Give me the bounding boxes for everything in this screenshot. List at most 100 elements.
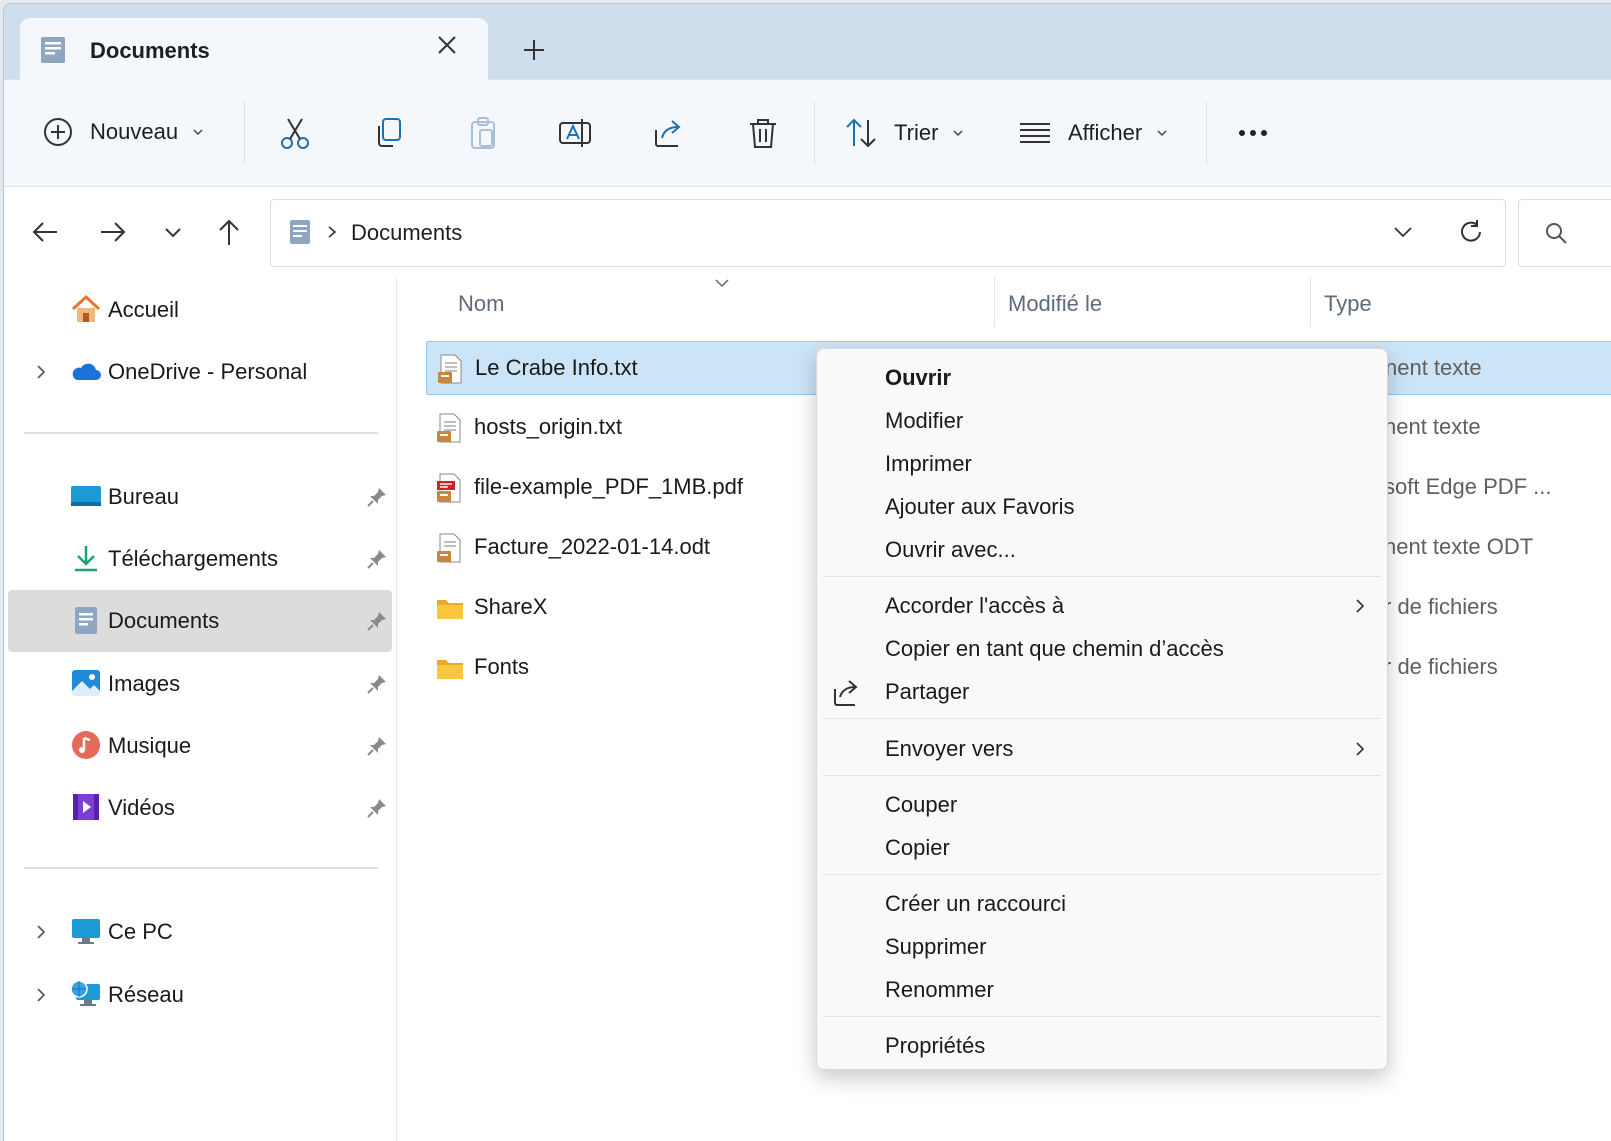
new-button[interactable]: Nouveau — [42, 116, 204, 148]
menu-item-copy[interactable]: Copier — [817, 827, 1387, 869]
paste-icon[interactable] — [466, 116, 500, 150]
pin-icon[interactable] — [366, 797, 388, 819]
documents-icon — [40, 36, 66, 64]
menu-item-label: Envoyer vers — [885, 736, 1014, 761]
chevron-right-icon[interactable] — [34, 363, 48, 381]
file-type: nent texte — [1384, 414, 1481, 439]
file-type: r de fichiers — [1384, 594, 1498, 619]
address-dropdown-icon[interactable] — [1391, 220, 1415, 244]
menu-item-rename[interactable]: Renommer — [817, 969, 1387, 1011]
menu-item-send-to[interactable]: Envoyer vers — [817, 728, 1387, 770]
share-icon[interactable] — [652, 116, 686, 150]
forward-arrow-icon[interactable] — [98, 217, 128, 247]
sidebar-item-onedrive[interactable]: OneDrive - Personal — [8, 341, 392, 403]
search-input[interactable] — [1518, 199, 1611, 267]
menu-item-share[interactable]: Partager — [817, 671, 1387, 713]
column-header-name[interactable]: Nom — [458, 291, 504, 317]
menu-separator — [823, 1016, 1381, 1017]
refresh-icon[interactable] — [1457, 218, 1485, 246]
chevron-right-icon[interactable] — [325, 225, 339, 239]
menu-item-give-access[interactable]: Accorder l'accès à — [817, 585, 1387, 627]
toolbar-divider — [244, 102, 245, 164]
file-type: soft Edge PDF ... — [1384, 474, 1552, 499]
sidebar-item-this-pc[interactable]: Ce PC — [8, 901, 392, 963]
menu-item-label: Modifier — [885, 408, 964, 433]
sidebar-item-label: Bureau — [108, 484, 179, 509]
menu-item-delete[interactable]: Supprimer — [817, 926, 1387, 968]
chevron-right-icon[interactable] — [34, 986, 48, 1004]
menu-item-add-favorites[interactable]: Ajouter aux Favoris — [817, 486, 1387, 528]
address-bar[interactable]: Documents — [270, 199, 1506, 267]
menu-item-label: Ajouter aux Favoris — [885, 494, 1075, 519]
address-path[interactable]: Documents — [351, 220, 462, 246]
file-name: Facture_2022-01-14.odt — [474, 534, 711, 559]
videos-icon — [70, 791, 102, 823]
recent-locations-chevron-icon[interactable] — [158, 217, 188, 247]
up-arrow-icon[interactable] — [214, 217, 244, 247]
menu-item-cut[interactable]: Couper — [817, 784, 1387, 826]
sidebar-item-network[interactable]: Réseau — [8, 964, 392, 1026]
sidebar-item-downloads[interactable]: Téléchargements — [8, 528, 392, 590]
file-type: nent texte ODT — [1384, 534, 1534, 559]
menu-item-copy-path[interactable]: Copier en tant que chemin d’accès — [817, 628, 1387, 670]
sort-icon — [844, 116, 878, 150]
column-divider[interactable] — [1310, 277, 1311, 327]
sidebar-item-videos[interactable]: Vidéos — [8, 777, 392, 839]
more-options-icon[interactable] — [1236, 116, 1270, 150]
sidebar-item-label: Documents — [108, 608, 220, 633]
chevron-right-icon[interactable] — [34, 923, 48, 941]
tab-documents[interactable]: Documents — [20, 18, 488, 80]
sidebar-item-label: Vidéos — [108, 795, 175, 820]
sidebar-item-label: Images — [108, 671, 181, 696]
sidebar-item-music[interactable]: Musique — [8, 715, 392, 777]
view-button[interactable]: Afficher — [1018, 116, 1168, 150]
pin-icon[interactable] — [366, 548, 388, 570]
toolbar-divider — [814, 102, 815, 164]
menu-item-edit[interactable]: Modifier — [817, 400, 1387, 442]
menu-item-label: Créer un raccourci — [885, 891, 1066, 916]
chevron-down-icon — [192, 126, 204, 138]
file-name: Le Crabe Info.txt — [475, 355, 638, 380]
command-bar: Nouveau Trier Afficher — [4, 80, 1611, 187]
back-arrow-icon[interactable] — [30, 217, 60, 247]
close-icon[interactable] — [432, 30, 462, 60]
sidebar-item-pictures[interactable]: Images — [8, 653, 392, 715]
sort-button[interactable]: Trier — [844, 116, 964, 150]
new-tab-plus-icon[interactable] — [518, 34, 550, 66]
sidebar-item-home[interactable]: Accueil — [8, 279, 392, 341]
pin-icon[interactable] — [366, 486, 388, 508]
column-divider[interactable] — [994, 277, 995, 327]
sidebar-item-desktop[interactable]: Bureau — [8, 466, 392, 528]
pin-icon[interactable] — [366, 610, 388, 632]
column-header-type[interactable]: Type — [1324, 291, 1372, 317]
pin-icon[interactable] — [366, 735, 388, 757]
sidebar-item-documents[interactable]: Documents — [8, 590, 392, 652]
menu-item-label: Renommer — [885, 977, 994, 1002]
pdf-file-icon — [436, 473, 464, 503]
plus-circle-icon — [42, 116, 74, 148]
menu-item-open[interactable]: Ouvrir — [817, 357, 1387, 399]
file-name: file-example_PDF_1MB.pdf — [474, 474, 744, 499]
tab-title: Documents — [90, 38, 210, 63]
address-row: Documents — [4, 187, 1611, 277]
menu-item-label: Accorder l'accès à — [885, 593, 1065, 618]
file-name: hosts_origin.txt — [474, 414, 622, 439]
menu-item-print[interactable]: Imprimer — [817, 443, 1387, 485]
menu-item-create-shortcut[interactable]: Créer un raccourci — [817, 883, 1387, 925]
menu-item-label: Propriétés — [885, 1033, 986, 1058]
menu-item-label: Partager — [885, 679, 970, 704]
sidebar-divider — [24, 432, 378, 434]
delete-icon[interactable] — [746, 116, 780, 150]
rename-icon[interactable] — [558, 116, 592, 150]
cut-icon[interactable] — [278, 116, 312, 150]
menu-item-properties[interactable]: Propriétés — [817, 1025, 1387, 1067]
sidebar-item-label: OneDrive - Personal — [108, 359, 308, 384]
sort-label: Trier — [894, 120, 939, 145]
copy-icon[interactable] — [372, 116, 406, 150]
column-header-modified[interactable]: Modifié le — [1008, 291, 1102, 317]
menu-item-label: Ouvrir — [885, 365, 952, 390]
pin-icon[interactable] — [366, 673, 388, 695]
file-type: nent texte — [1385, 355, 1482, 380]
menu-item-open-with[interactable]: Ouvrir avec... — [817, 529, 1387, 571]
chevron-right-icon — [1353, 597, 1367, 615]
